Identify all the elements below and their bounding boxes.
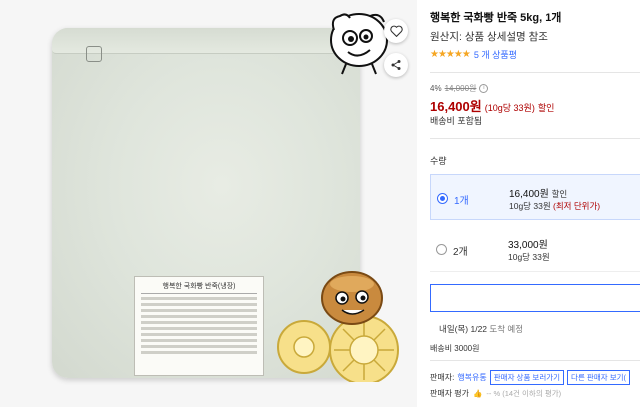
unit-price: (10g당 33원): [484, 103, 535, 113]
option-unit: 10g당 33원: [509, 201, 551, 211]
review-count-link[interactable]: 5 개 상품평: [474, 48, 517, 61]
option-tag: 할인: [551, 189, 568, 199]
seller-label: 판매자:: [430, 373, 455, 382]
discount-rate: 4%: [430, 84, 442, 93]
product-image-panel[interactable]: 행복한 국화빵 반죽(냉장): [0, 0, 417, 407]
sale-tag: 할인: [537, 103, 555, 113]
option-unit: 10g당 33원: [508, 252, 550, 262]
seller-row: 판매자: 행복유통 판매자 상품 보러가기 다른 판매자 보기(: [430, 370, 631, 385]
shipping-fee: 배송비 3000원: [430, 344, 480, 353]
option-price: 33,000원: [508, 240, 548, 251]
star-rating-icon: ★★★★★: [430, 49, 471, 60]
product-title: 행복한 국화빵 반죽 5kg, 1개: [430, 12, 562, 24]
seller-rating-label: 판매자 평가: [430, 389, 470, 398]
option-price-line: 16,400원 할인: [509, 185, 567, 200]
sale-price: 16,400원: [430, 99, 482, 114]
bag-label-title: 행복한 국화빵 반죽(냉장): [141, 281, 257, 294]
original-price: 14,000원: [444, 84, 477, 93]
radio-selected-icon[interactable]: [437, 193, 448, 204]
discount-row: 4% 14,000원 i: [430, 83, 489, 94]
option-qty: 2개: [453, 247, 468, 258]
other-sellers-button[interactable]: 다른 판매자 보기(: [567, 370, 631, 385]
quantity-input[interactable]: [430, 284, 640, 312]
quantity-option-1[interactable]: 1개 16,400원 할인 10g당 33원 (최저 단위가): [430, 174, 640, 220]
lowest-unit-note: (최저 단위가): [553, 201, 601, 211]
recycle-mark-icon: [86, 46, 102, 62]
thumbs-up-icon: 👍: [473, 389, 483, 398]
share-icon: [391, 60, 401, 70]
seller-rating-row: 판매자 평가 👍 -- % (14건 이하의 평가): [430, 388, 561, 399]
divider: [430, 138, 640, 139]
product-origin: 원산지: 상품 상세설명 참조: [430, 31, 548, 43]
option-qty: 1개: [454, 196, 469, 207]
bag-label: 행복한 국화빵 반죽(냉장): [134, 276, 264, 376]
bread-character-image: [277, 271, 399, 382]
seller-rating-text: -- % (14건 이하의 평가): [486, 389, 562, 398]
view-seller-products-button[interactable]: 판매자 상품 보러가기: [489, 370, 565, 385]
quantity-label: 수량: [430, 156, 447, 166]
option-unit-line: 10g당 33원 (최저 단위가): [509, 200, 600, 212]
product-info-panel: 행복한 국화빵 반죽 5kg, 1개 원산지: 상품 상세설명 참조 ★★★★★…: [417, 0, 640, 407]
share-button[interactable]: [384, 53, 408, 77]
seller-name-link[interactable]: 행복유통: [457, 372, 486, 383]
option-price: 16,400원: [509, 189, 549, 200]
delivery-suffix: 도착 예정: [489, 324, 524, 334]
delivery-date: 내일(목) 1/22: [439, 324, 488, 334]
divider: [430, 72, 640, 73]
favorite-button[interactable]: [384, 19, 408, 43]
info-icon[interactable]: i: [479, 84, 489, 93]
price-row: 16,400원 (10g당 33원) 할인: [430, 96, 554, 115]
divider: [430, 360, 640, 361]
heart-icon: [389, 25, 403, 37]
quantity-option-2[interactable]: 2개 33,000원 10g당 33원: [430, 226, 640, 272]
rating-row[interactable]: ★★★★★ 5 개 상품평: [430, 48, 517, 61]
delivery-estimate: 내일(목) 1/22 도착 예정: [439, 323, 523, 335]
radio-unselected-icon[interactable]: [436, 244, 447, 255]
fish-mascot-image: [330, 13, 388, 75]
shipping-info: 배송비 포함됨: [430, 116, 483, 126]
